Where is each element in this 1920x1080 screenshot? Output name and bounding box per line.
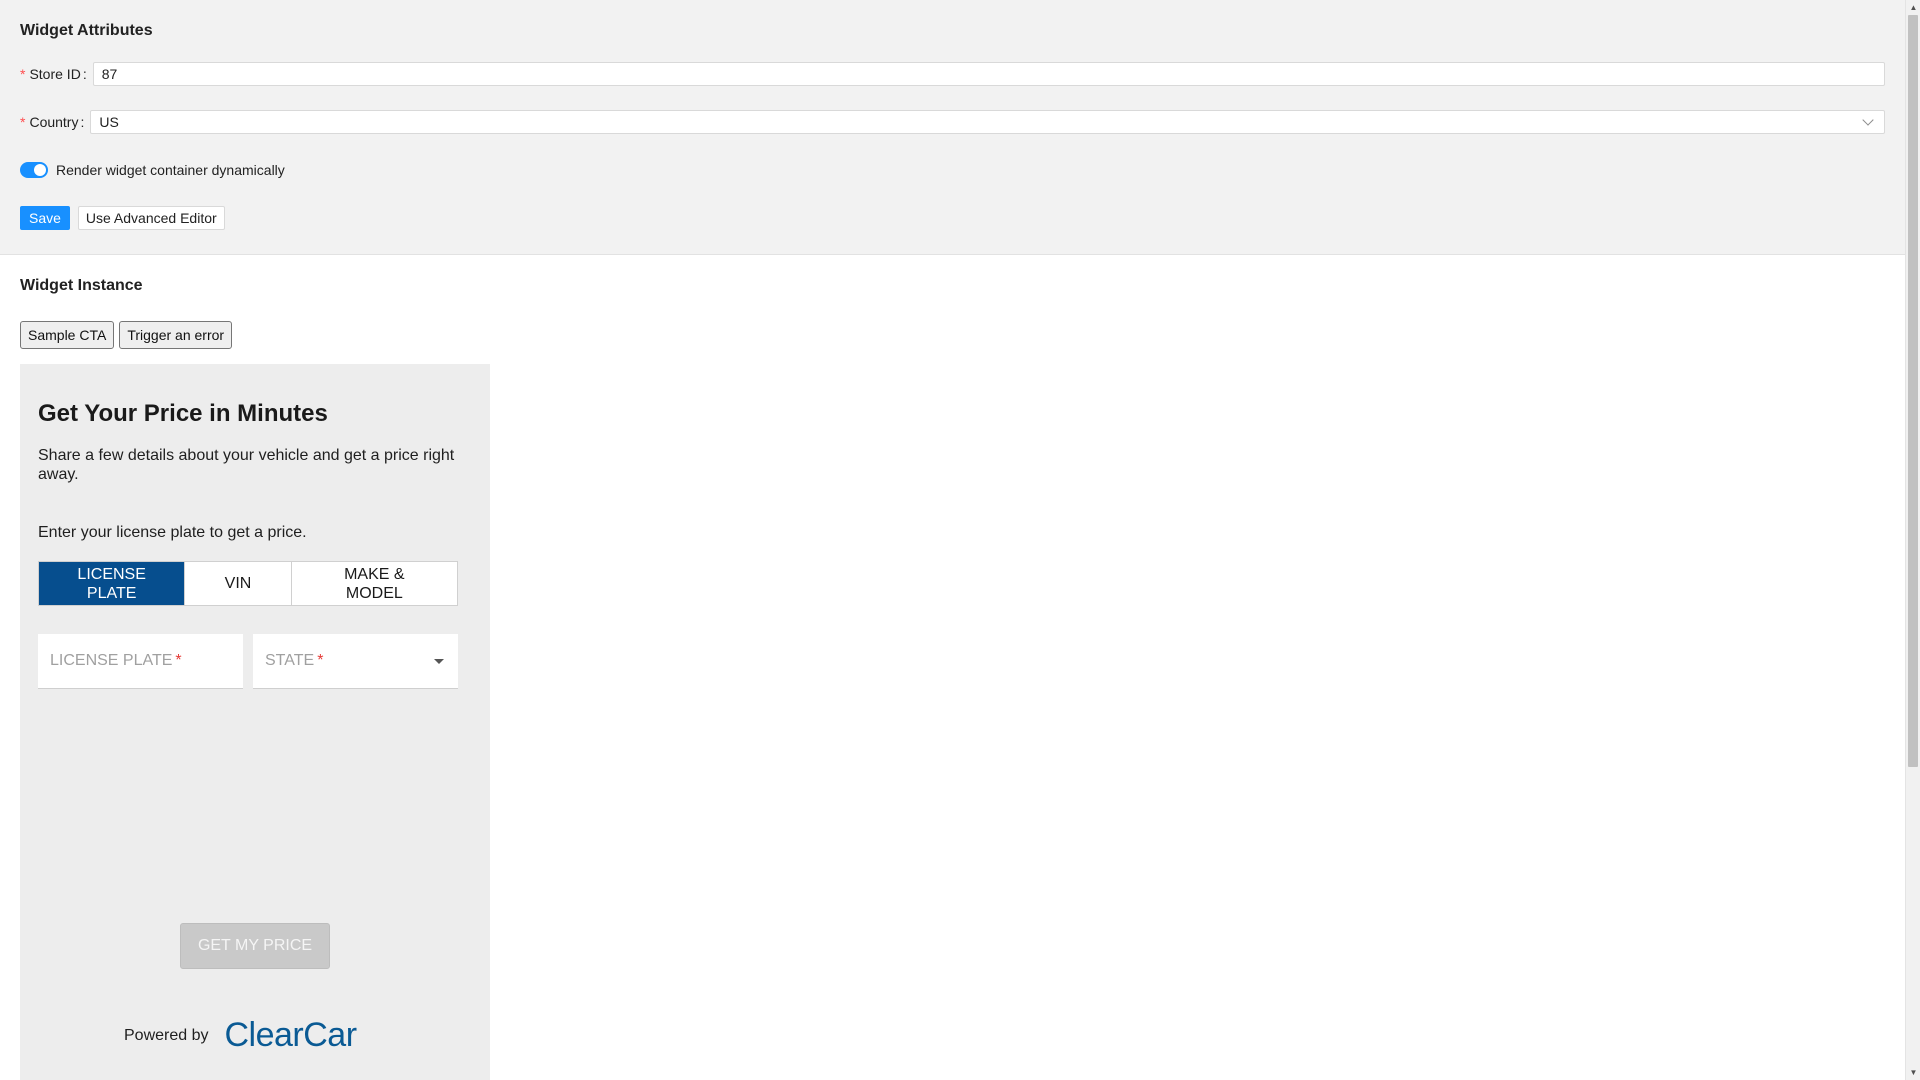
page-scrollbar[interactable]: ▲ ▼: [1905, 0, 1920, 1080]
widget-instance-title: Widget Instance: [20, 277, 143, 294]
powered-by-text: Powered by: [124, 1026, 209, 1044]
required-marker: *: [175, 652, 182, 669]
state-select[interactable]: STATE *: [253, 634, 458, 689]
scroll-up-arrow-icon[interactable]: ▲: [1906, 0, 1920, 15]
get-my-price-button[interactable]: GET MY PRICE: [180, 923, 330, 969]
powered-by: Powered by ClearCar: [124, 1016, 357, 1055]
widget-description: Share a few details about your vehicle a…: [38, 447, 455, 483]
tab-vin[interactable]: VIN: [184, 562, 290, 605]
scrollbar-thumb[interactable]: [1908, 15, 1918, 767]
chevron-down-icon: [1862, 114, 1874, 126]
store-id-row: * Store ID : 87: [20, 62, 1885, 86]
render-dynamic-row: Render widget container dynamically: [20, 160, 285, 180]
store-id-input[interactable]: 87: [92, 62, 1885, 86]
license-plate-placeholder: LICENSE PLATE: [50, 652, 173, 669]
render-dynamic-toggle[interactable]: [20, 162, 48, 178]
widget-attributes-panel: Widget Attributes * Store ID : 87 * Coun…: [0, 0, 1905, 255]
state-placeholder: STATE: [265, 652, 315, 669]
price-widget: Get Your Price in Minutes Share a few de…: [20, 364, 490, 1080]
required-marker: *: [20, 114, 26, 130]
save-button[interactable]: Save: [20, 206, 70, 230]
attributes-actions: Save Use Advanced Editor: [20, 206, 225, 230]
caret-down-icon: [434, 658, 444, 664]
sample-cta-button[interactable]: Sample CTA: [20, 321, 115, 349]
country-label: Country: [29, 114, 79, 130]
widget-prompt: Enter your license plate to get a price.: [38, 524, 307, 541]
license-plate-input[interactable]: LICENSE PLATE *: [38, 634, 243, 689]
scroll-down-arrow-icon[interactable]: ▼: [1906, 1065, 1920, 1080]
tab-license-plate[interactable]: LICENSE PLATE: [39, 562, 185, 605]
widget-attributes-title: Widget Attributes: [20, 22, 153, 39]
toggle-knob: [34, 164, 46, 176]
tab-make-model[interactable]: MAKE & MODEL: [290, 562, 457, 605]
country-select[interactable]: US: [90, 110, 1885, 134]
render-dynamic-label: Render widget container dynamically: [56, 162, 285, 178]
country-row: * Country : US: [20, 110, 1885, 134]
lookup-method-tabs: LICENSE PLATE VIN MAKE & MODEL: [38, 561, 458, 606]
country-value: US: [99, 114, 119, 130]
widget-heading: Get Your Price in Minutes: [38, 400, 328, 427]
required-marker: *: [317, 652, 324, 669]
instance-actions: Sample CTA Trigger an error: [20, 321, 233, 349]
required-marker: *: [20, 66, 26, 82]
advanced-editor-button[interactable]: Use Advanced Editor: [77, 206, 225, 230]
trigger-error-button[interactable]: Trigger an error: [119, 321, 233, 349]
store-id-label: Store ID: [29, 66, 81, 82]
clearcar-logo: ClearCar: [224, 1016, 358, 1054]
